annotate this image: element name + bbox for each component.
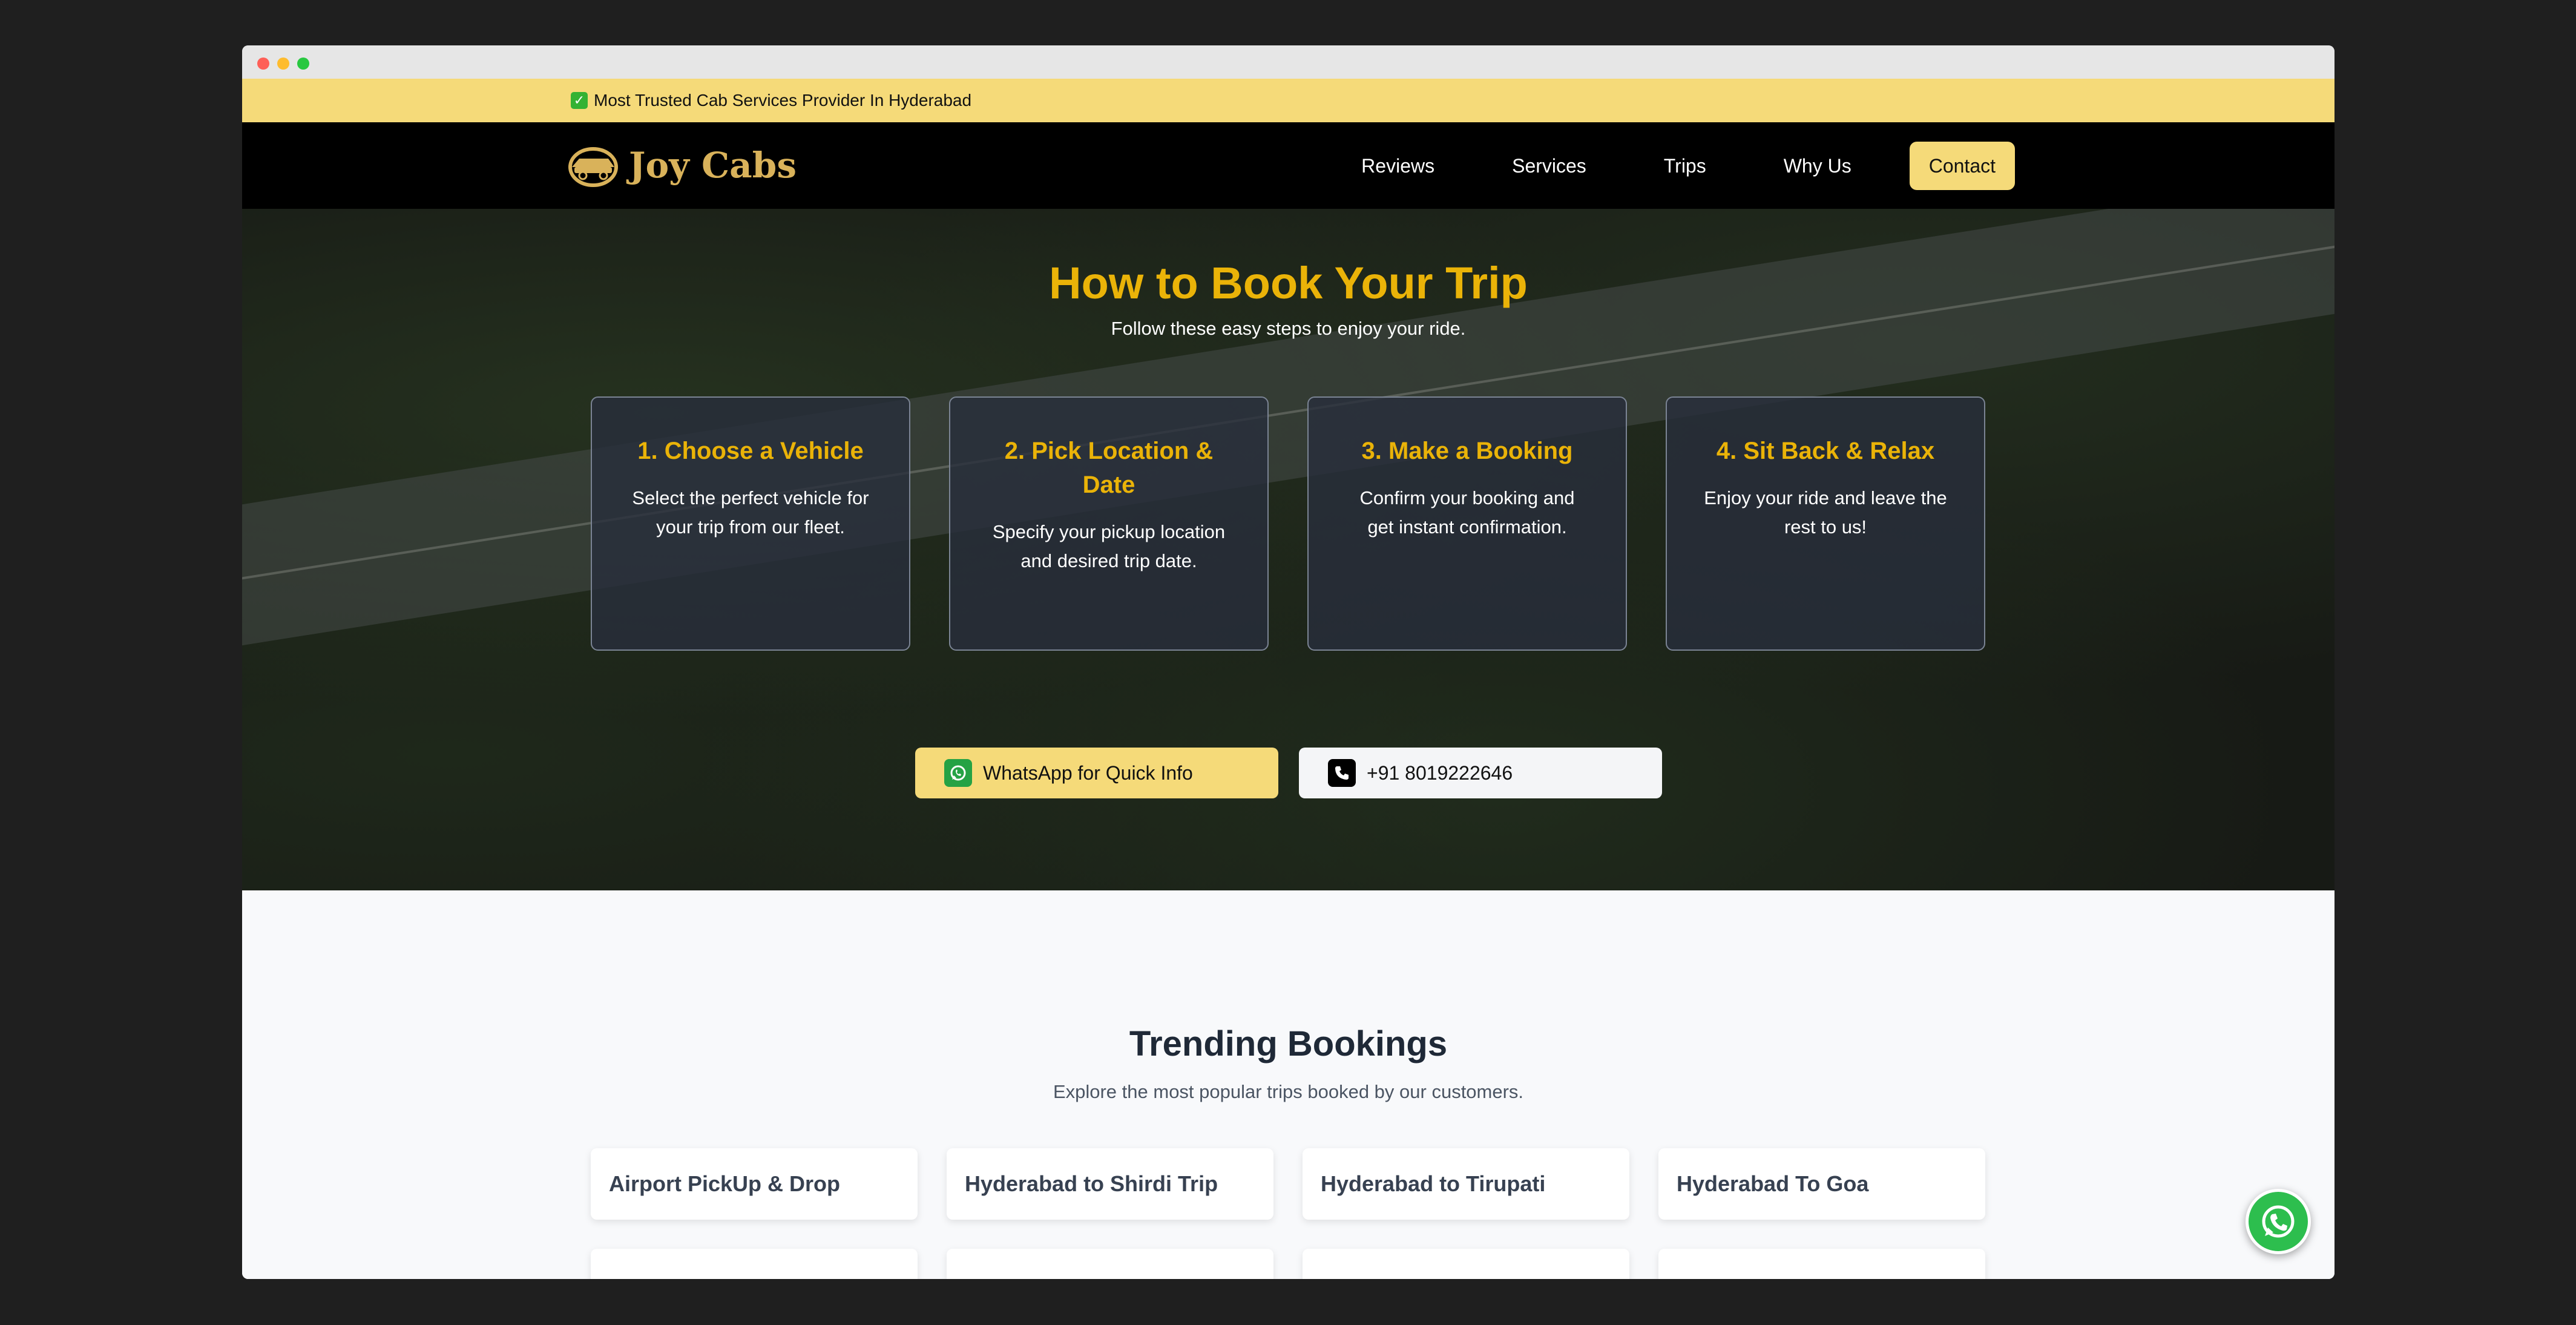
nav-link-why-us[interactable]: Why Us (1745, 142, 1890, 190)
step-description: Confirm your booking and get instant con… (1359, 487, 1575, 538)
step-description: Select the perfect vehicle for your trip… (632, 487, 869, 538)
step-title: 2. Pick Location & Date (1004, 438, 1214, 498)
cta-row: WhatsApp for Quick Info +91 8019222646 (915, 748, 1662, 798)
maximize-window-button[interactable] (297, 58, 309, 70)
phone-number-label: +91 8019222646 (1367, 761, 1513, 784)
whatsapp-icon (944, 759, 972, 787)
step-description: Enjoy your ride and leave the rest to us… (1704, 487, 1947, 538)
hero-title: How to Book Your Trip (1049, 258, 1528, 308)
brand-name: Joy Cabs (629, 145, 797, 186)
nav-links: Reviews Services Trips Why Us Contact (1322, 142, 2015, 190)
trending-subtitle: Explore the most popular trips booked by… (1053, 1081, 1524, 1102)
phone-icon (1328, 759, 1356, 787)
brand-logo[interactable]: Joy Cabs (566, 140, 797, 190)
trending-card-partial[interactable] (591, 1249, 918, 1279)
step-card: 1. Choose a Vehicle Select the perfect v… (591, 396, 910, 651)
nav-link-trips[interactable]: Trips (1625, 142, 1745, 190)
whatsapp-icon (2262, 1205, 2295, 1238)
contact-button[interactable]: Contact (1909, 142, 2015, 190)
step-description: Specify your pickup location and desired… (992, 521, 1226, 571)
nav-link-services[interactable]: Services (1473, 142, 1625, 190)
navbar: Joy Cabs Reviews Services Trips Why Us C… (242, 122, 2334, 209)
step-card: 4. Sit Back & Relax Enjoy your ride and … (1666, 396, 1985, 651)
check-icon: ✓ (571, 92, 588, 109)
whatsapp-float-button[interactable] (2246, 1189, 2311, 1254)
call-phone-button[interactable]: +91 8019222646 (1299, 748, 1662, 798)
car-logo-icon (568, 147, 618, 187)
close-window-button[interactable] (257, 58, 269, 70)
hero-subtitle: Follow these easy steps to enjoy your ri… (1111, 318, 1466, 339)
window-titlebar (242, 45, 2334, 79)
trending-title: Trending Bookings (1129, 1024, 1448, 1064)
trending-card-shirdi[interactable]: Hyderabad to Shirdi Trip (947, 1148, 1273, 1220)
steps-list: 1. Choose a Vehicle Select the perfect v… (591, 396, 1985, 651)
step-card: 2. Pick Location & Date Specify your pic… (949, 396, 1269, 651)
nav-link-reviews[interactable]: Reviews (1322, 142, 1473, 190)
browser-window: ✓ Most Trusted Cab Services Provider In … (242, 45, 2334, 1279)
trending-card-airport[interactable]: Airport PickUp & Drop (591, 1148, 918, 1220)
minimize-window-button[interactable] (277, 58, 289, 70)
trending-grid: Airport PickUp & Drop Hyderabad to Shird… (591, 1148, 1985, 1279)
hero-section: How to Book Your Trip Follow these easy … (242, 209, 2334, 890)
trending-section: Trending Bookings Explore the most popul… (242, 890, 2334, 1279)
trending-card-goa[interactable]: Hyderabad To Goa (1658, 1148, 1985, 1220)
step-title: 3. Make a Booking (1361, 438, 1573, 464)
whatsapp-quick-info-button[interactable]: WhatsApp for Quick Info (915, 748, 1278, 798)
step-card: 3. Make a Booking Confirm your booking a… (1307, 396, 1627, 651)
whatsapp-button-label: WhatsApp for Quick Info (983, 761, 1193, 784)
trending-card-tirupati[interactable]: Hyderabad to Tirupati (1303, 1148, 1629, 1220)
trending-card-partial[interactable] (947, 1249, 1273, 1279)
step-title: 4. Sit Back & Relax (1716, 438, 1935, 464)
announcement-text: Most Trusted Cab Services Provider In Hy… (594, 91, 972, 110)
step-title: 1. Choose a Vehicle (637, 438, 864, 464)
trending-card-partial[interactable] (1658, 1249, 1985, 1279)
trending-card-partial[interactable] (1303, 1249, 1629, 1279)
announcement-bar: ✓ Most Trusted Cab Services Provider In … (242, 79, 2334, 122)
